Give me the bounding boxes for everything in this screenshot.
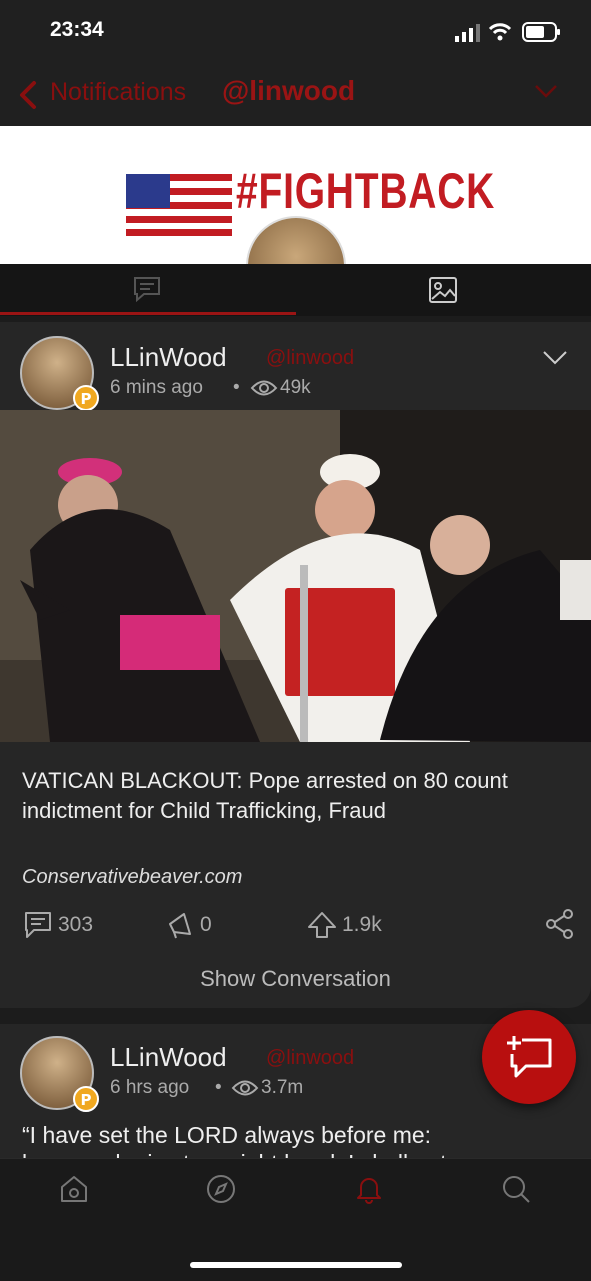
verified-badge: P <box>73 1086 99 1112</box>
echo-button[interactable]: 0 <box>164 910 212 940</box>
comment-count: 303 <box>58 913 94 936</box>
meta-separator: • <box>233 377 240 398</box>
compose-button[interactable] <box>482 1010 576 1104</box>
meta-separator: • <box>215 1077 222 1098</box>
echo-count: 0 <box>200 913 212 936</box>
profile-banner: #FIGHTBACK <box>0 126 591 264</box>
active-tab-indicator <box>0 312 296 315</box>
author-name[interactable]: LLinWood <box>110 342 227 373</box>
show-conversation-button[interactable]: Show Conversation <box>0 966 591 992</box>
home-indicator <box>190 1262 402 1268</box>
share-icon[interactable] <box>544 908 576 940</box>
author-name[interactable]: LLinWood <box>110 1042 227 1073</box>
upvote-button[interactable]: 1.9k <box>306 910 382 940</box>
back-chevron-icon[interactable] <box>16 80 38 110</box>
chevron-down-icon[interactable] <box>534 84 558 98</box>
banner-hashtag: #FIGHTBACK <box>236 163 496 219</box>
signal-icon <box>455 24 480 42</box>
notifications-bell-icon[interactable] <box>353 1173 385 1205</box>
post-photo <box>0 410 591 742</box>
media-tab-icon[interactable] <box>428 276 458 304</box>
post-text-line[interactable]: because he is at my right hand, I shall … <box>22 1150 446 1158</box>
compose-icon <box>507 1036 552 1078</box>
view-count: 49k <box>280 377 311 398</box>
home-icon[interactable] <box>58 1173 90 1205</box>
comment-button[interactable]: 303 <box>22 910 93 940</box>
back-button-label[interactable]: Notifications <box>50 78 186 107</box>
profile-handle-title: @linwood <box>222 75 356 106</box>
upvote-arrow-icon <box>308 912 336 938</box>
battery-icon <box>522 22 560 42</box>
post-text-line[interactable]: “I have set the LORD always before me: <box>22 1122 431 1149</box>
post-card[interactable]: P LLinWood @linwood 6 mins ago • 49k VAT… <box>0 322 591 1008</box>
status-bar: 23:34 <box>0 0 591 62</box>
discover-compass-icon[interactable] <box>205 1173 237 1205</box>
chevron-down-icon[interactable] <box>542 350 568 366</box>
wifi-icon <box>488 23 512 41</box>
eye-icon <box>250 380 278 396</box>
post-image[interactable] <box>0 410 591 742</box>
post-time: 6 mins ago <box>110 377 203 398</box>
posts-tab-icon[interactable] <box>132 276 162 302</box>
view-count: 3.7m <box>261 1077 304 1098</box>
post-headline[interactable]: VATICAN BLACKOUT: Pope arrested on 80 co… <box>22 766 572 826</box>
comment-icon <box>25 912 51 938</box>
search-icon[interactable] <box>500 1173 532 1205</box>
post-time: 6 hrs ago <box>110 1077 190 1098</box>
nav-bar: Notifications @linwood <box>0 62 591 126</box>
verified-badge: P <box>73 385 99 411</box>
author-handle[interactable]: @linwood <box>266 347 354 370</box>
upvote-count: 1.9k <box>342 913 382 936</box>
status-time: 23:34 <box>50 18 104 41</box>
profile-tabs <box>0 264 591 316</box>
eye-icon <box>231 1080 259 1096</box>
us-flag-icon <box>126 174 232 236</box>
post-source-link[interactable]: Conservativebeaver.com <box>22 866 242 889</box>
author-handle[interactable]: @linwood <box>266 1047 354 1070</box>
profile-avatar[interactable] <box>246 216 346 264</box>
megaphone-icon <box>169 913 191 939</box>
